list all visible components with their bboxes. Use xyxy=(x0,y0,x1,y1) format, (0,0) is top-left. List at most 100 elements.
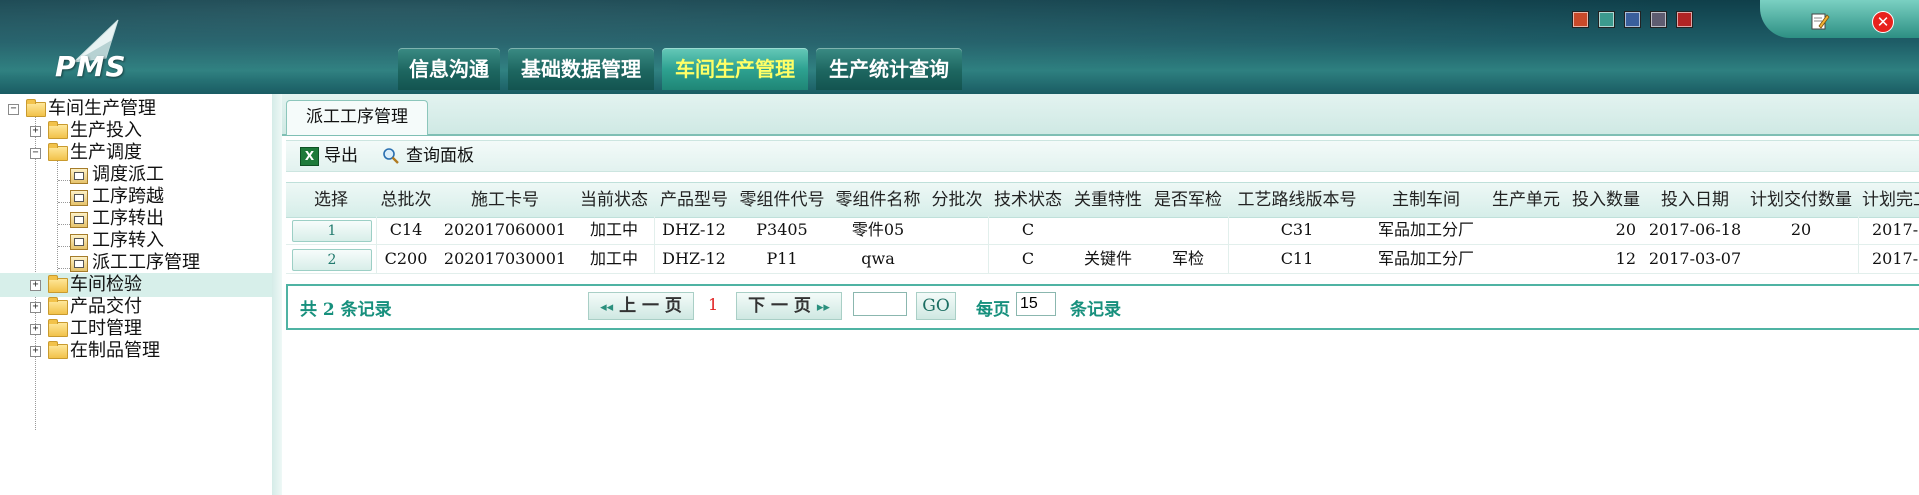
theme-swatch-1[interactable] xyxy=(1572,11,1589,28)
tree-item-production-input[interactable]: + 生产投入 xyxy=(0,119,272,143)
expand-icon[interactable]: + xyxy=(30,302,41,313)
tree-item-process-transfer-out[interactable]: 工序转出 xyxy=(0,207,272,231)
tree-item-process-transfer-in[interactable]: 工序转入 xyxy=(0,229,272,253)
cell-plan-finish: 2017-03-0 xyxy=(1872,249,1919,268)
panel-splitter[interactable] xyxy=(272,94,282,495)
cell-plan-finish: 2017-06-2 xyxy=(1872,220,1919,239)
folder-open-icon xyxy=(26,99,46,117)
tree-item-label: 生产投入 xyxy=(70,120,142,141)
pagination-bar: 共 2 条记录 ◂◂ 上 一 页 1 下 一 页 ▸▸ GO 每页 条记录 xyxy=(286,284,1919,330)
tree-item-dispatch[interactable]: 调度派工 xyxy=(0,163,272,187)
page-leaf-icon xyxy=(70,212,88,228)
cell-input-qty: 12 xyxy=(1615,249,1636,268)
row-select-button[interactable]: 1 xyxy=(292,220,372,242)
column-header[interactable]: 关重特性 xyxy=(1068,183,1148,217)
expand-icon[interactable]: + xyxy=(30,126,41,137)
cell-model: DHZ-12 xyxy=(662,249,726,268)
tree-item-label: 工序转入 xyxy=(92,230,164,251)
expand-icon[interactable]: + xyxy=(30,324,41,335)
column-header[interactable]: 技术状态 xyxy=(988,183,1068,217)
search-icon xyxy=(383,148,399,164)
tab-dispatch-process-management[interactable]: 派工工序管理 xyxy=(286,100,428,135)
export-label: 导出 xyxy=(324,146,358,166)
tree-item-dispatch-process-management[interactable]: 派工工序管理 xyxy=(0,251,272,275)
cell-input-qty: 20 xyxy=(1615,220,1636,239)
expand-icon[interactable]: + xyxy=(30,280,41,291)
cell-plan-qty: 20 xyxy=(1790,220,1812,239)
tree-item-wip-management[interactable]: + 在制品管理 xyxy=(0,339,272,363)
column-header[interactable]: 投入数量 xyxy=(1566,183,1646,217)
cell-model: DHZ-12 xyxy=(662,220,726,239)
tab-basic-data-management[interactable]: 基础数据管理 xyxy=(508,48,654,90)
tab-workshop-production-management[interactable]: 车间生产管理 xyxy=(662,48,808,90)
column-header[interactable]: 选择 xyxy=(286,183,376,217)
theme-swatch-3[interactable] xyxy=(1624,11,1641,28)
table-row[interactable]: 2 C200 202017030001 加工中 DHZ-12 P11 qwa C… xyxy=(286,245,1919,274)
column-header[interactable]: 总批次 xyxy=(376,183,436,217)
close-icon[interactable]: ✕ xyxy=(1872,11,1894,33)
total-records-text: 共 2 条记录 xyxy=(300,300,392,320)
column-header[interactable]: 零组件代号 xyxy=(734,183,830,217)
tree-item-production-scheduling[interactable]: − 生产调度 xyxy=(0,141,272,165)
theme-swatch-5[interactable] xyxy=(1676,11,1693,28)
cell-unit xyxy=(1486,216,1566,244)
tree-item-work-hours[interactable]: + 工时管理 xyxy=(0,317,272,341)
cell-route-version: C31 xyxy=(1280,220,1314,239)
column-header[interactable]: 零组件名称 xyxy=(830,183,926,217)
column-header[interactable]: 产品型号 xyxy=(654,183,734,217)
go-button[interactable]: GO xyxy=(916,292,956,320)
column-header[interactable]: 工艺路线版本号 xyxy=(1228,183,1366,217)
content-tabstrip: 派工工序管理 xyxy=(282,94,1919,136)
collapse-icon[interactable]: − xyxy=(30,148,41,159)
tree-item-label: 派工工序管理 xyxy=(92,252,200,273)
column-header[interactable]: 主制车间 xyxy=(1366,183,1486,217)
prev-page-label: 上 一 页 xyxy=(619,296,682,316)
tab-info-communication[interactable]: 信息沟通 xyxy=(398,48,500,90)
column-header[interactable]: 计划完工日 xyxy=(1858,183,1919,217)
cell-workshop: 军品加工分厂 xyxy=(1377,249,1474,268)
app-logo-text: PMS xyxy=(55,50,127,83)
export-button[interactable]: X 导出 xyxy=(300,145,364,167)
theme-swatch-4[interactable] xyxy=(1650,11,1667,28)
column-header[interactable]: 投入日期 xyxy=(1646,183,1744,217)
folder-open-icon xyxy=(48,143,68,161)
goto-page-input[interactable] xyxy=(853,292,907,316)
cell-part-code: P11 xyxy=(766,249,798,268)
cell-unit xyxy=(1486,245,1566,273)
column-header[interactable]: 分批次 xyxy=(926,183,988,217)
page-leaf-icon xyxy=(70,190,88,206)
data-grid: 选择 总批次 施工卡号 当前状态 产品型号 零组件代号 零组件名称 分批次 技术… xyxy=(286,182,1919,372)
column-header[interactable]: 施工卡号 xyxy=(436,183,574,217)
cell-part-code: P3405 xyxy=(756,220,808,239)
expand-icon[interactable]: + xyxy=(30,346,41,357)
tree-item-product-delivery[interactable]: + 产品交付 xyxy=(0,295,272,319)
cell-part-name: 零件05 xyxy=(851,220,905,239)
folder-icon xyxy=(48,275,68,293)
cell-batch: C14 xyxy=(389,220,423,239)
query-panel-button[interactable]: 查询面板 xyxy=(382,145,492,167)
folder-icon xyxy=(48,297,68,315)
column-header[interactable]: 计划交付数量 xyxy=(1744,183,1858,217)
tree-item-process-skip[interactable]: 工序跨越 xyxy=(0,185,272,209)
column-divider xyxy=(988,216,989,274)
theme-swatch-2[interactable] xyxy=(1598,11,1615,28)
page-leaf-icon xyxy=(70,256,88,272)
collapse-icon[interactable]: − xyxy=(8,104,19,115)
cell-key-feature xyxy=(1068,216,1148,244)
column-header[interactable]: 生产单元 xyxy=(1486,183,1566,217)
tab-production-statistics[interactable]: 生产统计查询 xyxy=(816,48,962,90)
tree-item-workshop-production[interactable]: − 车间生产管理 xyxy=(0,97,272,121)
column-header[interactable]: 是否军检 xyxy=(1148,183,1228,217)
next-arrows-icon: ▸▸ xyxy=(816,300,830,315)
table-row[interactable]: 1 C14 202017060001 加工中 DHZ-12 P3405 零件05… xyxy=(286,216,1919,245)
column-divider xyxy=(1858,216,1859,274)
next-page-button[interactable]: 下 一 页 ▸▸ xyxy=(736,292,842,320)
column-header[interactable]: 当前状态 xyxy=(574,183,654,217)
tree-item-workshop-inspection[interactable]: + 车间检验 xyxy=(0,273,272,297)
folder-icon xyxy=(48,319,68,337)
per-page-input[interactable] xyxy=(1016,292,1056,316)
prev-page-button[interactable]: ◂◂ 上 一 页 xyxy=(588,292,694,320)
row-select-button[interactable]: 2 xyxy=(292,249,372,271)
edit-icon[interactable] xyxy=(1810,11,1830,31)
page-leaf-icon xyxy=(70,234,88,250)
